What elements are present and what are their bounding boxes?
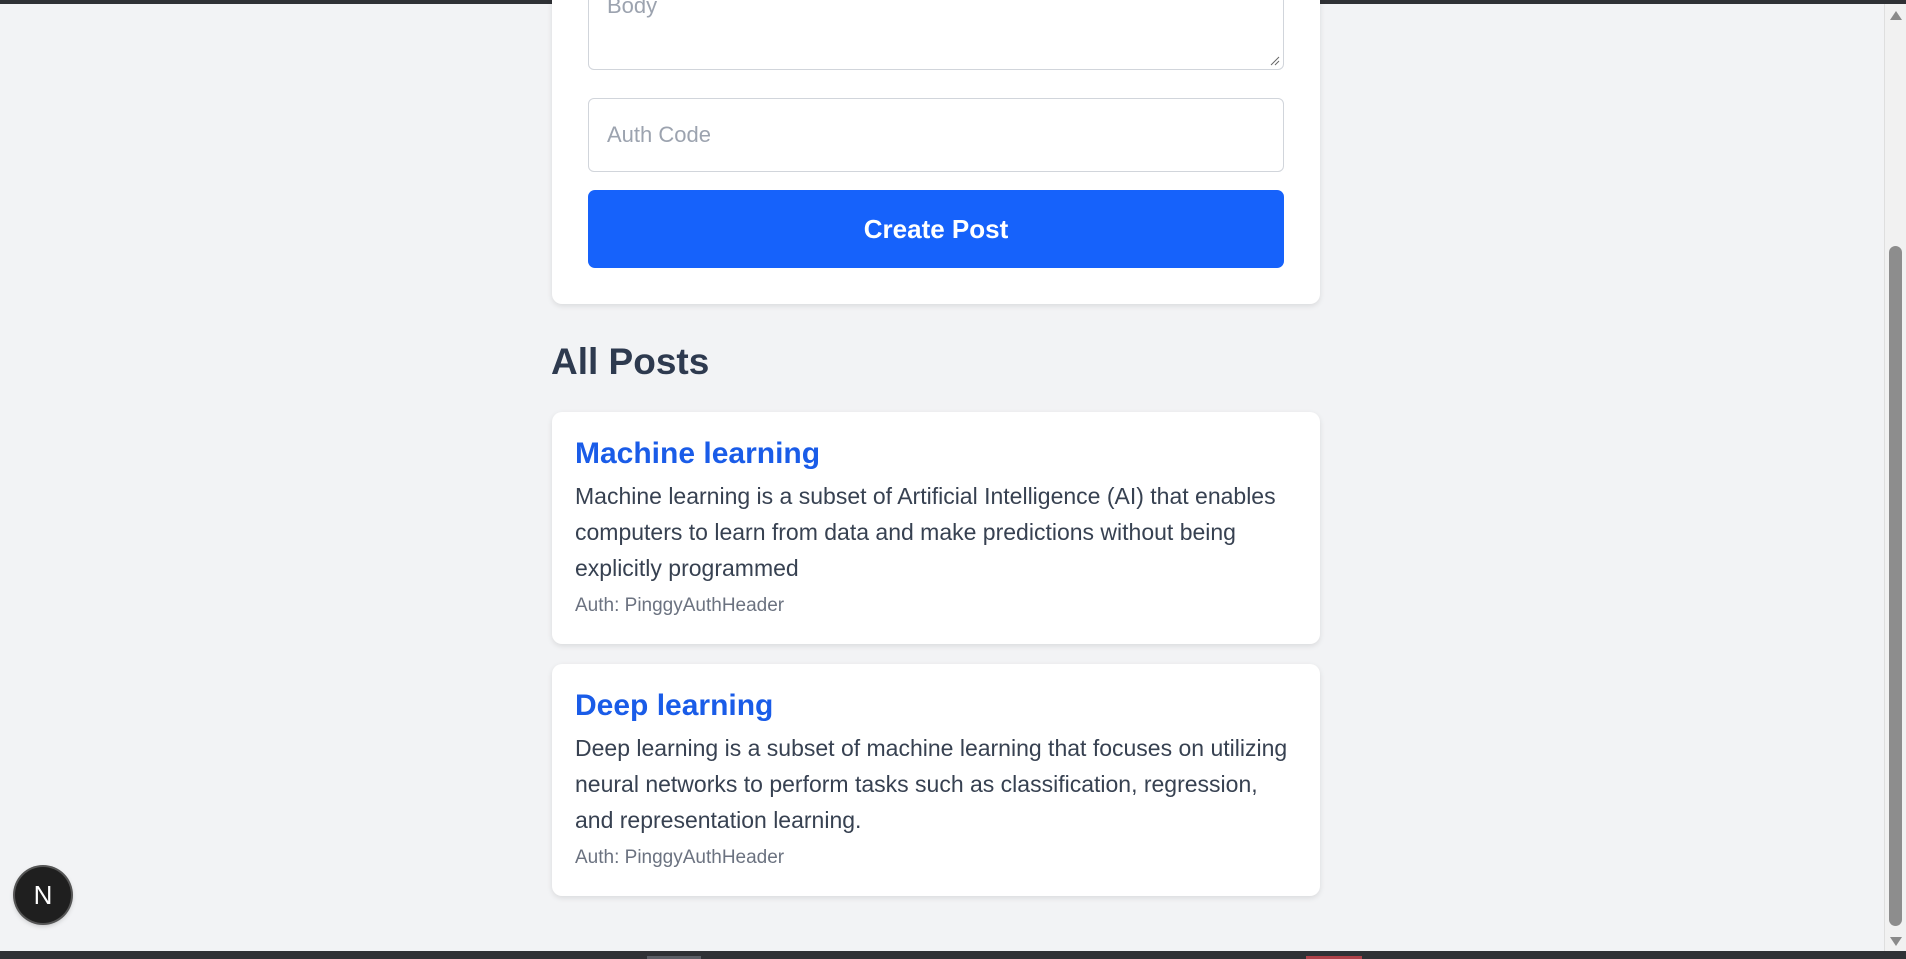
scroll-up-arrow-icon[interactable]: [1890, 11, 1902, 20]
post-body: Machine learning is a subset of Artifici…: [575, 483, 1276, 581]
all-posts-heading: All Posts: [551, 341, 710, 382]
body-textarea[interactable]: Body: [588, 0, 1284, 70]
auth-code-input[interactable]: [588, 98, 1284, 172]
vertical-scrollbar[interactable]: [1884, 4, 1906, 951]
resize-handle-icon[interactable]: [1270, 56, 1280, 66]
window-bottom-edge: [0, 951, 1906, 959]
scroll-down-arrow-icon[interactable]: [1890, 937, 1902, 946]
post-card: Machine learning Machine learning is a s…: [552, 412, 1320, 644]
post-body: Deep learning is a subset of machine lea…: [575, 735, 1288, 833]
body-placeholder: Body: [607, 0, 658, 18]
create-post-form: Body Create Post: [552, 0, 1320, 304]
post-auth: Auth: PinggyAuthHeader: [575, 847, 785, 868]
create-post-button[interactable]: Create Post: [588, 190, 1284, 268]
post-card: Deep learning Deep learning is a subset …: [552, 664, 1320, 896]
post-title-link[interactable]: Machine learning: [575, 436, 820, 472]
post-auth: Auth: PinggyAuthHeader: [575, 595, 785, 616]
scrollbar-thumb[interactable]: [1889, 246, 1902, 926]
nextjs-dev-tools-button[interactable]: N: [15, 867, 71, 923]
post-title-link[interactable]: Deep learning: [575, 688, 773, 724]
